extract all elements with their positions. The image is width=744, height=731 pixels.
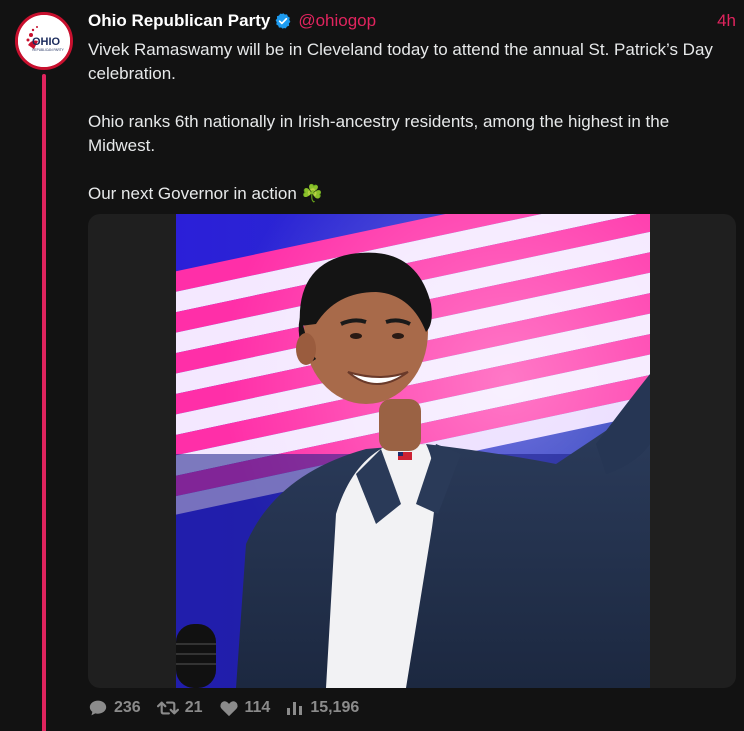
like-button[interactable]: 114 — [219, 699, 271, 717]
author-name[interactable]: Ohio Republican Party — [88, 11, 270, 31]
tweet-header: Ohio Republican Party @ohiogop 4h — [88, 9, 736, 33]
svg-text:REPUBLICAN PARTY: REPUBLICAN PARTY — [32, 48, 64, 52]
author-handle[interactable]: @ohiogop — [298, 11, 376, 31]
heart-icon — [219, 701, 238, 717]
retweet-icon — [156, 701, 179, 715]
tweet-photo[interactable] — [176, 214, 650, 688]
views-bar-chart-icon — [287, 702, 303, 715]
thread-line — [42, 74, 46, 731]
reply-button[interactable]: 236 — [88, 699, 141, 717]
avatar[interactable]: OHIO REPUBLICAN PARTY — [15, 12, 73, 70]
tweet-media[interactable] — [88, 214, 736, 688]
reply-icon — [89, 700, 107, 716]
svg-text:OHIO: OHIO — [32, 36, 61, 48]
verified-badge-icon — [274, 12, 292, 30]
retweet-count: 21 — [184, 699, 203, 716]
timestamp[interactable]: 4h — [717, 11, 736, 31]
tweet-text: Vivek Ramaswamy will be in Cleveland tod… — [88, 38, 736, 230]
reply-count: 236 — [114, 699, 141, 716]
retweet-button[interactable]: 21 — [156, 699, 203, 717]
tweet-paragraph-2: Ohio ranks 6th nationally in Irish-ances… — [88, 112, 670, 155]
like-count: 114 — [244, 699, 271, 716]
views-button[interactable]: 15,196 — [286, 699, 359, 717]
tweet[interactable]: OHIO REPUBLICAN PARTY Ohio Republican Pa… — [0, 0, 744, 731]
tweet-paragraph-3: Our next Governor in action ☘️ — [88, 184, 323, 203]
ohio-gop-logo: OHIO REPUBLICAN PARTY — [18, 15, 70, 67]
tweet-paragraph-1: Vivek Ramaswamy will be in Cleveland tod… — [88, 40, 713, 83]
tweet-actions: 236 21 114 15,196 — [88, 697, 375, 719]
view-count: 15,196 — [310, 699, 360, 716]
